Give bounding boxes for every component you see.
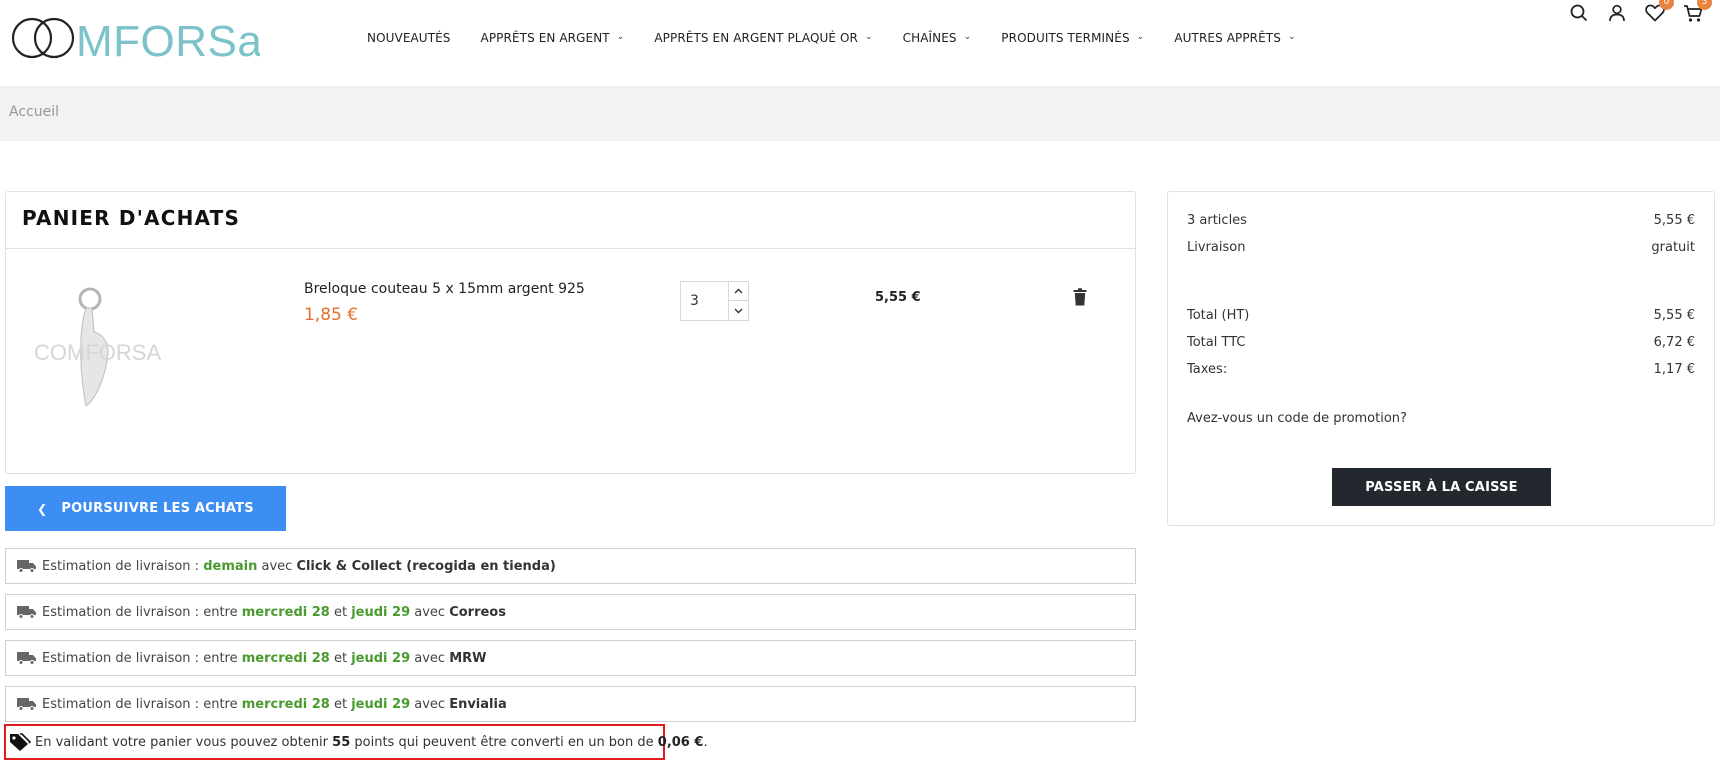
- tags-icon: [9, 732, 31, 752]
- site-header: MFORSa NOUVEAUTÉS APPRÊTS EN ARGENT ⌄ AP…: [0, 0, 1720, 86]
- shipping-estimate-envialia: Estimation de livraison : entre mercredi…: [5, 686, 1136, 722]
- quantity-input[interactable]: 3: [681, 282, 729, 320]
- cart-count-badge: 3: [1697, 0, 1712, 10]
- chevron-up-icon: [734, 288, 743, 294]
- logo-image: MFORSa: [11, 17, 260, 62]
- truck-icon: [17, 605, 37, 619]
- remove-item-button[interactable]: [1073, 288, 1087, 306]
- cart-panel: PANIER D'ACHATS COMFORSA Breloque coutea…: [5, 191, 1136, 474]
- summary-articles-row: 3 articles 5,55 €: [1187, 213, 1695, 228]
- loyalty-points-notice: En validant votre panier vous pouvez obt…: [4, 724, 708, 760]
- trash-icon: [1073, 288, 1087, 306]
- product-thumbnail[interactable]: COMFORSA: [26, 276, 161, 416]
- divider: [6, 248, 1135, 249]
- promo-code-link[interactable]: Avez-vous un code de promotion?: [1187, 411, 1407, 426]
- line-total: 5,55 €: [875, 290, 921, 305]
- summary-total-ht-row: Total (HT) 5,55 €: [1187, 308, 1695, 323]
- breadcrumb: Accueil: [0, 86, 1720, 141]
- nav-item-apprets-plaque-or[interactable]: APPRÊTS EN ARGENT PLAQUÉ OR ⌄: [654, 31, 872, 45]
- quantity-increase-button[interactable]: [729, 282, 748, 301]
- brand-logo[interactable]: MFORSa: [10, 12, 260, 62]
- shipping-estimate-click-collect: Estimation de livraison : demain avec Cl…: [5, 548, 1136, 584]
- breadcrumb-home-link[interactable]: Accueil: [9, 104, 59, 120]
- truck-icon: [17, 559, 37, 573]
- chevron-down-icon: ⌄: [864, 32, 873, 42]
- summary-taxes-row: Taxes: 1,17 €: [1187, 362, 1695, 377]
- search-icon[interactable]: [1567, 0, 1591, 26]
- order-summary: 3 articles 5,55 € Livraison gratuit Tota…: [1167, 191, 1715, 526]
- nav-item-autres-apprets[interactable]: AUTRES APPRÊTS ⌄: [1174, 31, 1295, 45]
- svg-text:MFORSa: MFORSa: [76, 17, 260, 62]
- watermark: COMFORSA: [34, 340, 161, 365]
- page-title: PANIER D'ACHATS: [22, 206, 241, 230]
- nav-item-nouveautes[interactable]: NOUVEAUTÉS: [367, 31, 451, 45]
- nav-item-produits-termines[interactable]: PRODUITS TERMINÉS ⌄: [1001, 31, 1144, 45]
- shipping-estimate-correos: Estimation de livraison : entre mercredi…: [5, 594, 1136, 630]
- wishlist-count-badge: 0: [1659, 0, 1674, 10]
- product-name-link[interactable]: Breloque couteau 5 x 15mm argent 925: [304, 281, 585, 297]
- summary-shipping-row: Livraison gratuit: [1187, 240, 1695, 255]
- continue-shopping-button[interactable]: ❮ POURSUIVRE LES ACHATS: [5, 486, 286, 531]
- chevron-down-icon: ⌄: [616, 32, 625, 42]
- checkout-button[interactable]: PASSER À LA CAISSE: [1332, 468, 1551, 506]
- chevron-down-icon: ⌄: [1136, 32, 1145, 42]
- quantity-stepper: 3: [680, 281, 749, 321]
- chevron-left-icon: ❮: [37, 501, 48, 516]
- quantity-decrease-button[interactable]: [729, 301, 748, 320]
- cart-button[interactable]: 3: [1681, 0, 1712, 26]
- chevron-down-icon: [734, 308, 743, 313]
- chevron-down-icon: ⌄: [1287, 32, 1296, 42]
- truck-icon: [17, 697, 37, 711]
- chevron-down-icon: ⌄: [963, 32, 972, 42]
- nav-item-apprets-argent[interactable]: APPRÊTS EN ARGENT ⌄: [481, 31, 625, 45]
- nav-item-chaines[interactable]: CHAÎNES ⌄: [903, 31, 972, 45]
- shipping-estimate-mrw: Estimation de livraison : entre mercredi…: [5, 640, 1136, 676]
- truck-icon: [17, 651, 37, 665]
- wishlist-button[interactable]: 0: [1643, 0, 1674, 26]
- user-icon[interactable]: [1605, 0, 1629, 26]
- main-nav: NOUVEAUTÉS APPRÊTS EN ARGENT ⌄ APPRÊTS E…: [367, 26, 1326, 50]
- product-unit-price: 1,85 €: [304, 305, 359, 325]
- summary-total-ttc-row: Total TTC 6,72 €: [1187, 335, 1695, 350]
